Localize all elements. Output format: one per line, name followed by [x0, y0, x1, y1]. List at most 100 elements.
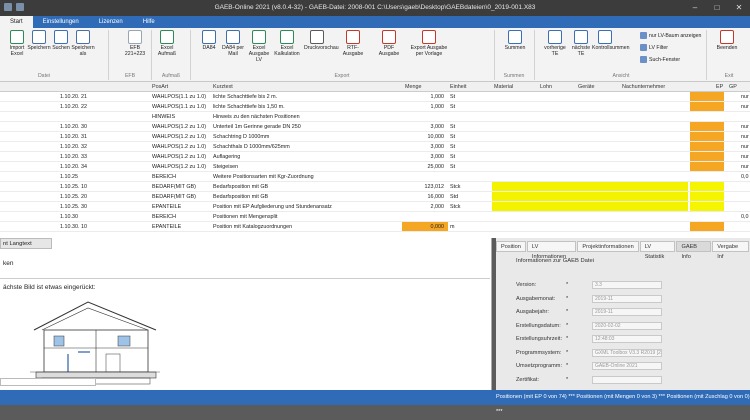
field-value[interactable]: 2020-02-02 [592, 321, 662, 330]
checksum-button[interactable]: Kontrollsummen [592, 30, 630, 51]
tab-info-3[interactable]: LV Statistik [639, 241, 676, 260]
tab-langtext[interactable]: nt Langtext [0, 238, 52, 249]
table-row[interactable]: 1.10.25 BEREICH Weitere Positionsarten mit… [0, 172, 750, 182]
lv-filter-button[interactable]: LV Filter [640, 44, 668, 51]
search-window-icon [640, 56, 647, 63]
group-label-ansicht: Ansicht [612, 73, 630, 79]
field-label: Zertifikat: [516, 376, 540, 383]
langtext-line: ächste Bild ist etwas eingerückt: [3, 284, 96, 291]
menu-lizenzen[interactable]: Lizenzen [89, 16, 133, 28]
required-marker: * [566, 363, 569, 369]
table-row[interactable]: 1.10.20. 33 WAHLPOS(1.2 zu 1.0) Auflagerin… [0, 152, 750, 162]
tab-info-0[interactable]: Position [496, 241, 526, 252]
table-row[interactable]: 1.10.20. 32 WAHLPOS(1.2 zu 1.0) Schachthal… [0, 142, 750, 152]
ep-cell [690, 192, 724, 201]
row-kurztext: Positionen mit Mengensplit [213, 214, 278, 220]
tab-info-4[interactable]: GAEB Info [676, 241, 712, 260]
save-as-button[interactable]: Speichern als [70, 30, 96, 57]
efb-button[interactable]: EFB 221+223 [122, 30, 148, 57]
table-row[interactable]: 1.10.20. 22 WAHLPOS(1.1 zu 1.0) lichte Sch… [0, 102, 750, 112]
print-preview-button[interactable]: Druckvorschau [304, 30, 339, 51]
row-gp: nur [741, 124, 749, 130]
table-row[interactable]: 1.10.25. 30 EPANTEILE Position mit EP Aufg… [0, 202, 750, 212]
next-button[interactable]: nächste TE [568, 30, 594, 57]
col-menge[interactable]: Menge [405, 84, 421, 90]
quick-save-icon[interactable] [16, 3, 24, 11]
excel-aufmass-button[interactable]: Excel Aufmaß [154, 30, 180, 57]
table-row[interactable]: 1.10.20. 34 WAHLPOS(1.2 zu 1.0) Steigeisen… [0, 162, 750, 172]
menu-bar: Start Einstellungen Lizenzen Hilfe [0, 16, 750, 28]
sum-button[interactable]: Summen [502, 30, 528, 51]
menu-hilfe[interactable]: Hilfe [133, 16, 165, 28]
template-export-button[interactable]: Export Ausgabe per Vorlage [410, 30, 448, 57]
table-row[interactable]: 1.10.25. 10 BEDARF(MIT GB) Bedarfsposition… [0, 182, 750, 192]
field-value[interactable]: 3.3 [592, 281, 662, 289]
langtext-scrollbar[interactable] [0, 378, 96, 386]
menu-einstellungen[interactable]: Einstellungen [33, 16, 89, 28]
field-value[interactable]: 2019-11 [592, 308, 662, 316]
status-text: Positionen (mit EP 0 von 74) *** Positio… [496, 394, 750, 415]
quick-access-toolbar [4, 3, 24, 11]
exit-button[interactable]: Beenden [714, 30, 740, 51]
group-label-datei: Datei [37, 73, 51, 79]
mail-button[interactable]: DA84 per Mail [220, 30, 246, 57]
table-row[interactable]: 1.10.30. 10 EPANTEILE Position mit Katalog… [0, 222, 750, 232]
status-bar: Positionen (mit EP 0 von 74) *** Positio… [0, 390, 750, 415]
highlight-cell [492, 202, 688, 211]
row-gp: nur [741, 144, 749, 150]
excel-calc-button[interactable]: Excel Kalkulation [274, 30, 300, 57]
table-row[interactable]: 1.10.30 BEREICH Positionen mit Mengensplit… [0, 212, 750, 222]
table-row[interactable]: HINWEIS Hinweis zu den nächsten Positione… [0, 112, 750, 122]
row-menge: 3,000 [430, 124, 445, 130]
ribbon-button-label: Export Ausgabe per Vorlage [410, 45, 448, 57]
field-value[interactable]: GXML Toolbox V3.3 R2019 [27 [592, 348, 662, 357]
col-einheit[interactable]: Einheit [450, 84, 466, 90]
da84-button[interactable]: DA84 [196, 30, 222, 51]
row-kurztext: Bedarfsposition mit GB [213, 194, 269, 200]
row-posart: HINWEIS [152, 114, 176, 120]
ribbon-button-label: Druckvorschau [304, 45, 339, 51]
row-oz: 1.10.20. 32 [60, 144, 87, 150]
lv-tree-toggle[interactable]: nur LV-Baum anzeigen [640, 32, 701, 39]
row-posart: EPANTEILE [152, 204, 182, 210]
menu-start[interactable]: Start [0, 16, 33, 28]
row-kurztext: Position mit Katalogzuordnungen [213, 224, 293, 230]
field-value[interactable]: 12:48:03 [592, 335, 662, 343]
col-ep[interactable]: EP [716, 84, 723, 90]
ribbon-button-label: Speichern als [71, 45, 95, 57]
tab-info-1[interactable]: LV Informationen [526, 241, 577, 260]
search-window-button[interactable]: Such-Fenster [640, 56, 680, 63]
field-value[interactable] [592, 375, 662, 384]
lower-area: nt Langtext ken ächste Bild ist etwas ei… [0, 238, 750, 390]
prev-icon [548, 30, 562, 44]
field-value[interactable]: GAEB-Online 2021 [592, 362, 662, 370]
pdf-button[interactable]: PDF Ausgabe [376, 30, 402, 57]
col-posart[interactable]: PosArt [152, 84, 168, 90]
da84-icon [202, 30, 216, 44]
house-section-drawing [30, 301, 160, 385]
table-row[interactable]: 1.10.20. 21 WAHLPOS(1.1 zu 1.0) lichte Sch… [0, 92, 750, 102]
table-row[interactable]: 1.10.25. 20 BEDARF(MIT GB) Bedarfsposition… [0, 192, 750, 202]
excel-lv-button[interactable]: Excel Ausgabe LV [246, 30, 272, 63]
print-preview-icon [310, 30, 324, 44]
table-row[interactable]: 1.10.20. 31 WAHLPOS(1.2 zu 1.0) Schachtrin… [0, 132, 750, 142]
table-row[interactable]: 1.10.20. 30 WAHLPOS(1.2 zu 1.0) Unterteil … [0, 122, 750, 132]
col-geraete[interactable]: Geräte [578, 84, 594, 90]
col-nachunternehmer[interactable]: Nachunternehmer [622, 84, 665, 90]
rtf-button[interactable]: RTF-Ausgabe [340, 30, 366, 57]
minimize-icon[interactable]: – [684, 0, 706, 16]
maximize-icon[interactable]: □ [706, 0, 728, 16]
divider [0, 278, 490, 279]
field-value[interactable]: 2019-11 [592, 294, 662, 303]
prev-button[interactable]: vorherige TE [542, 30, 568, 57]
col-kurztext[interactable]: Kurztext [213, 84, 233, 90]
tab-info-2[interactable]: Projektinformationen [577, 241, 639, 252]
col-gp[interactable]: GP [729, 84, 737, 90]
ribbon-button-label: Kontrollsummen [592, 45, 630, 51]
col-lohn[interactable]: Lohn [540, 84, 552, 90]
col-material[interactable]: Material [494, 84, 513, 90]
tab-info-5[interactable]: Vergabe Inf [712, 241, 749, 260]
close-icon[interactable]: ✕ [728, 0, 750, 16]
row-menge: 3,000 [430, 144, 445, 150]
excel-lv-icon [252, 30, 266, 44]
